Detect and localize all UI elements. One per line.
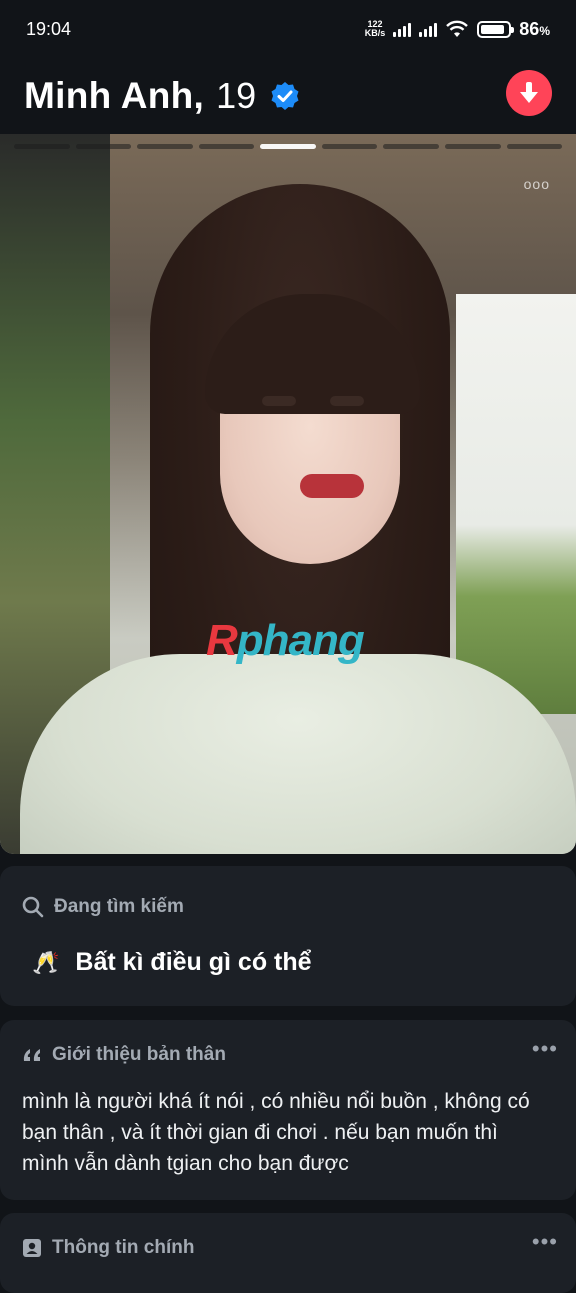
- clock: 19:04: [26, 18, 72, 39]
- main-info-more-icon[interactable]: •••: [532, 1229, 558, 1255]
- main-info-heading: Thông tin chính: [22, 1237, 194, 1259]
- profile-name: Minh Anh,: [24, 75, 205, 116]
- wifi-icon: [446, 20, 469, 37]
- photo-eye-right: [330, 396, 364, 406]
- photo-progress-segment: [75, 144, 132, 149]
- battery-icon: [477, 20, 515, 38]
- profile-photo[interactable]: Rphang ooo: [0, 134, 576, 854]
- search-icon: [22, 896, 44, 918]
- battery-percent: 86%: [519, 18, 550, 39]
- about-card: Giới thiệu bản thân ••• mình là người kh…: [0, 1020, 576, 1200]
- photo-background-right: [456, 294, 576, 714]
- status-bar: 19:04 122 KB/s 86%: [0, 0, 576, 58]
- profile-age: 19: [216, 75, 257, 116]
- about-text: mình là người khá ít nói , có nhiều nổi …: [22, 1090, 530, 1175]
- main-info-card: Thông tin chính •••: [0, 1213, 576, 1293]
- photo-progress-segment: [444, 144, 501, 149]
- signal-icon-2: [419, 21, 438, 37]
- photo-eye-left: [262, 396, 296, 406]
- arrow-down-icon: [520, 82, 538, 103]
- close-profile-button[interactable]: [506, 70, 552, 116]
- photo-lips: [300, 474, 364, 498]
- photo-subject-outfit: [20, 654, 576, 854]
- watermark-logo: Rphang: [206, 616, 365, 665]
- photo-progress-segment: [198, 144, 255, 149]
- photo-progress-segment: [260, 144, 316, 149]
- network-speed: 122 KB/s: [364, 19, 386, 38]
- verified-badge-icon: [271, 82, 299, 110]
- status-icons: 122 KB/s 86%: [365, 19, 550, 40]
- signal-icon: [393, 21, 412, 37]
- cheers-icon: 🥂: [32, 949, 60, 975]
- looking-for-heading: Đang tìm kiếm: [22, 896, 184, 918]
- photo-progress-segment: [321, 144, 378, 149]
- id-card-icon: [23, 1239, 41, 1257]
- about-heading: Giới thiệu bản thân: [22, 1044, 226, 1066]
- about-more-icon[interactable]: •••: [532, 1036, 558, 1062]
- looking-for-card: Đang tìm kiếm 🥂 Bất kì điều gì có thể: [0, 866, 576, 1006]
- photo-progress-segment: [506, 144, 563, 149]
- photo-progress-segment: [383, 144, 439, 149]
- photo-progress-indicator: [14, 144, 563, 149]
- quote-icon: [23, 1049, 40, 1061]
- photo-progress-segment: [14, 144, 70, 149]
- looking-for-value: 🥂 Bất kì điều gì có thể: [32, 948, 312, 976]
- photo-menu-icon[interactable]: ooo: [524, 176, 550, 192]
- profile-header: Minh Anh, 19: [0, 58, 576, 134]
- photo-progress-segment: [137, 144, 193, 149]
